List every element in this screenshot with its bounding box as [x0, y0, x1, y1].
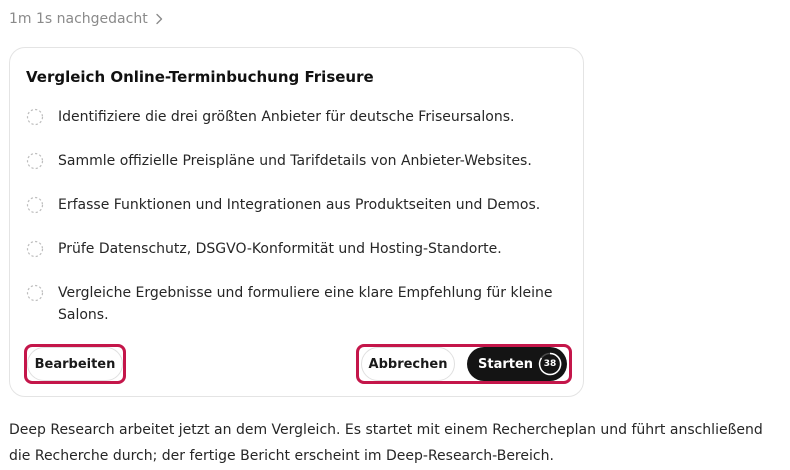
cancel-button[interactable]: Abbrechen — [361, 347, 455, 381]
research-plan-card: Vergleich Online-Terminbuchung Friseure … — [9, 47, 584, 397]
thought-label: 1m 1s nachgedacht — [9, 11, 148, 27]
pending-circle-icon — [26, 108, 44, 126]
plan-step-text: Sammle offizielle Preispläne und Tarifde… — [58, 153, 532, 169]
countdown-timer: 38 — [538, 352, 562, 376]
plan-step: Prüfe Datenschutz, DSGVO-Konformität und… — [26, 238, 561, 260]
plan-step: Erfasse Funktionen und Integrationen aus… — [26, 194, 561, 216]
edit-button[interactable]: Bearbeiten — [27, 347, 123, 381]
pending-circle-icon — [26, 152, 44, 170]
plan-step: Sammle offizielle Preispläne und Tarifde… — [26, 150, 561, 172]
pending-circle-icon — [26, 196, 44, 214]
start-button[interactable]: Starten 38 — [467, 347, 567, 381]
plan-step-text: Vergleiche Ergebnisse und formuliere ein… — [58, 285, 553, 323]
plan-step: Vergleiche Ergebnisse und formuliere ein… — [26, 282, 561, 326]
countdown-value: 38 — [543, 359, 557, 369]
plan-step-text: Identifiziere die drei größten Anbieter … — [58, 109, 515, 125]
plan-step-text: Erfasse Funktionen und Integrationen aus… — [58, 197, 541, 213]
pending-circle-icon — [26, 284, 44, 302]
thought-toggle[interactable]: 1m 1s nachgedacht — [9, 9, 164, 29]
plan-step-text: Prüfe Datenschutz, DSGVO-Konformität und… — [58, 241, 502, 257]
plan-title: Vergleich Online-Terminbuchung Friseure — [26, 68, 374, 86]
plan-step: Identifiziere die drei größten Anbieter … — [26, 106, 561, 128]
pending-circle-icon — [26, 240, 44, 258]
chevron-right-icon — [156, 13, 162, 25]
start-button-label: Starten — [478, 356, 534, 372]
assistant-message: Deep Research arbeitet jetzt an dem Verg… — [9, 422, 763, 464]
